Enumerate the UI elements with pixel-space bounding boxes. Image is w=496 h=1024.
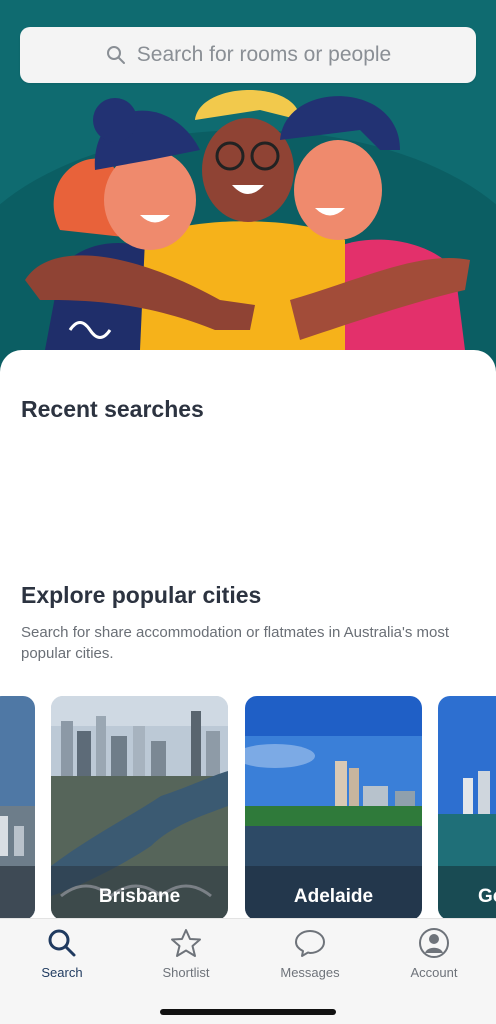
tab-label: Shortlist [162, 965, 210, 980]
star-icon [170, 927, 202, 959]
tab-label: Search [41, 965, 83, 980]
explore-cities-heading: Explore popular cities [21, 582, 262, 608]
explore-cities-description: Search for share accommodation or flatma… [21, 624, 450, 662]
search-icon [105, 44, 127, 66]
tab-search[interactable]: Search [12, 927, 112, 987]
bottom-tab-bar: Search Shortlist Messages Account [0, 918, 496, 1024]
tab-label: Messages [280, 965, 340, 980]
recent-searches-heading: Recent searches [21, 396, 204, 422]
home-indicator [160, 1009, 336, 1015]
tab-messages[interactable]: Messages [260, 927, 360, 987]
city-name: Go [478, 886, 496, 907]
tab-label: Account [410, 965, 458, 980]
chat-bubble-icon [294, 927, 326, 959]
city-card-brisbane[interactable]: Brisbane [51, 696, 228, 920]
content-sheet: Recent searches Explore popular cities S… [0, 350, 496, 930]
search-placeholder: Search for rooms or people [136, 43, 392, 66]
user-icon [418, 927, 450, 959]
city-card[interactable] [0, 696, 35, 920]
search-bar[interactable]: Search for rooms or people [20, 27, 476, 83]
city-card-adelaide[interactable]: Adelaide [245, 696, 422, 920]
city-name: Adelaide [293, 886, 374, 907]
tab-account[interactable]: Account [384, 927, 484, 987]
search-icon [46, 927, 78, 959]
city-name: Brisbane [98, 886, 181, 907]
city-card[interactable]: Go [438, 696, 496, 920]
tab-shortlist[interactable]: Shortlist [136, 927, 236, 987]
